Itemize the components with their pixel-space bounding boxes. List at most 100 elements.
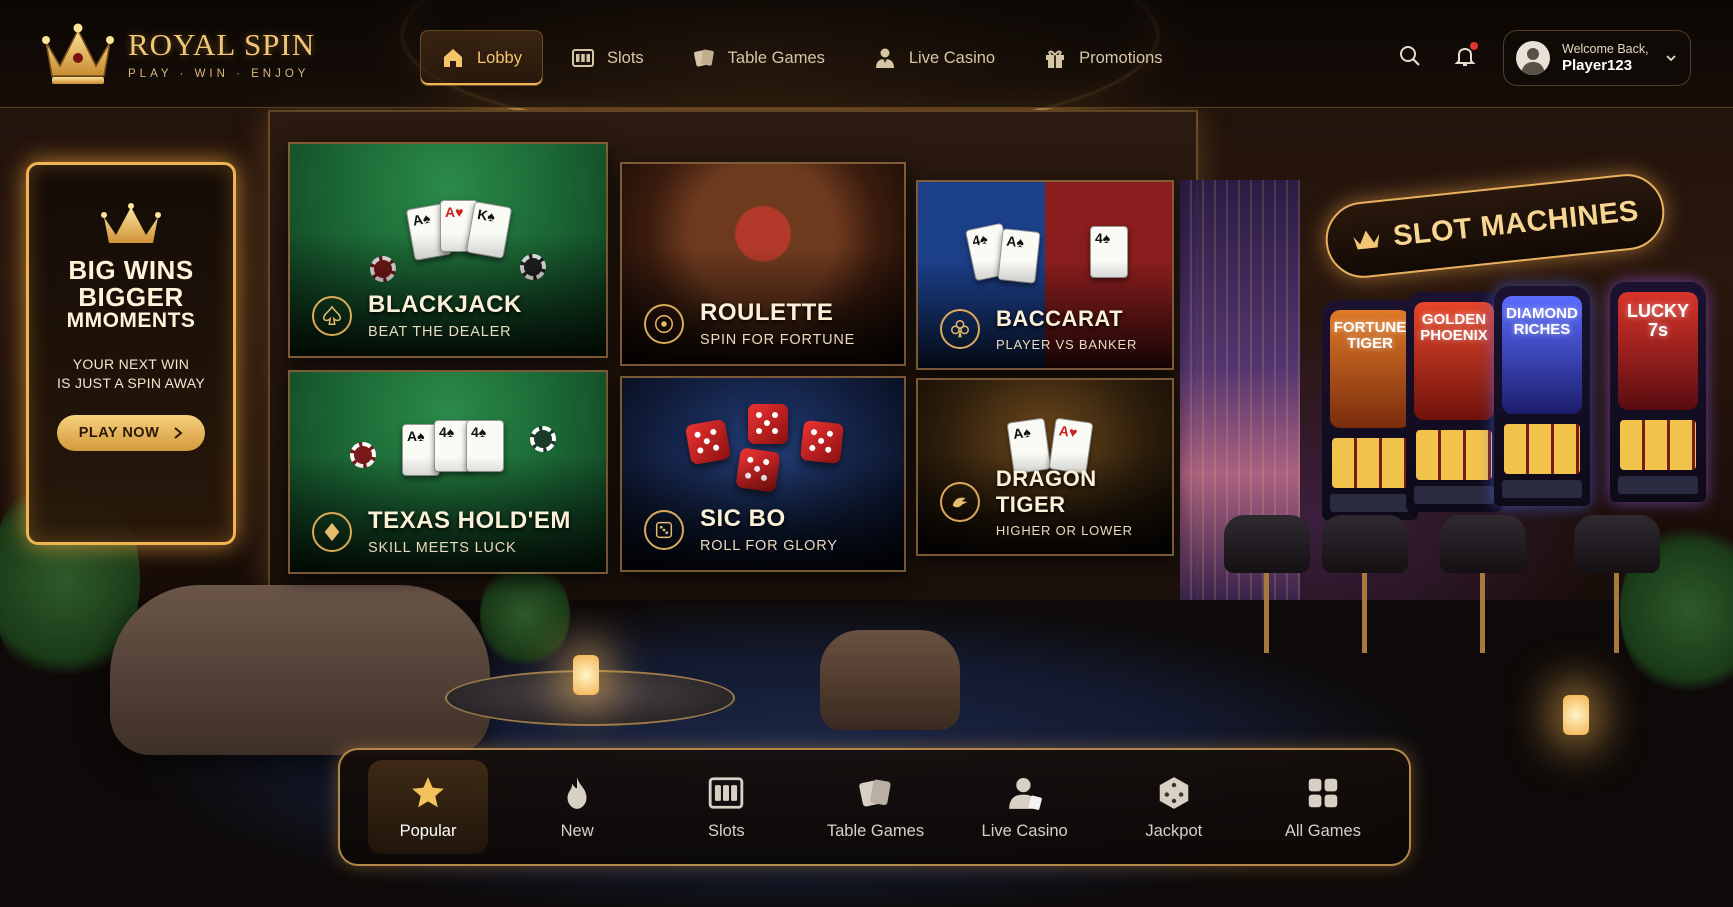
category-live-casino[interactable]: Live Casino <box>965 760 1085 854</box>
category-label: Table Games <box>826 821 925 840</box>
category-label: Slots <box>707 821 745 840</box>
slot-reels <box>1620 420 1696 470</box>
slot-title: TIGER <box>1347 334 1393 352</box>
slot-base <box>1618 476 1698 494</box>
die <box>800 420 844 464</box>
nav-item-promotions[interactable]: Promotions <box>1023 30 1182 86</box>
game-tile-dragon-tiger[interactable]: A♠ A♥ DRAGON TIGER HIGHER OR LOWER <box>916 378 1174 556</box>
crown-icon <box>101 203 161 243</box>
game-tile-roulette[interactable]: ROULETTE SPIN FOR FORTUNE <box>620 162 906 366</box>
slot-stool <box>1440 515 1526 653</box>
promo-title-line2: BIGGER <box>78 281 184 312</box>
nav-item-label: Slots <box>606 48 644 67</box>
nav-item-live-casino[interactable]: Live Casino <box>853 30 1015 86</box>
slot-screen: DIAMOND RICHES <box>1502 296 1582 414</box>
promo-title-line1: BIG WINS <box>68 255 194 285</box>
slot-machine-golden-phoenix[interactable]: GOLDEN PHOENIX <box>1406 292 1502 512</box>
dice-icon <box>1159 776 1189 809</box>
slot-title: FORTUNE <box>1333 319 1407 336</box>
category-bar: Popular New Slots Table Games Live Casin… <box>338 748 1411 866</box>
game-tile-blackjack[interactable]: A♠ A♥ K♠ BLACKJACK BEAT THE DEALER <box>288 142 608 358</box>
game-tile-baccarat[interactable]: 4♠ A♠ 4♠ BACCARAT PLAYER VS BANKER <box>916 180 1174 370</box>
username: Player123 <box>1562 56 1633 74</box>
game-tagline: BEAT THE DEALER <box>368 324 512 340</box>
game-name: ROULETTE <box>700 299 834 326</box>
user-greeting: Welcome Back, <box>1562 41 1649 56</box>
game-tagline: SKILL MEETS LUCK <box>368 540 517 556</box>
category-jackpot[interactable]: Jackpot <box>1114 760 1234 854</box>
slot-base <box>1330 494 1410 512</box>
slot-title: LUCKY <box>1627 301 1689 321</box>
game-tile-sic-bo[interactable]: SIC BO ROLL FOR GLORY <box>620 376 906 572</box>
game-name: BLACKJACK <box>368 291 522 318</box>
slot-screen: GOLDEN PHOENIX <box>1414 302 1494 420</box>
category-label: New <box>560 821 594 840</box>
game-tagline: HIGHER OR LOWER <box>995 523 1133 538</box>
slot-title: RICHES <box>1513 320 1571 338</box>
slot-screen: LUCKY 7s <box>1618 292 1698 410</box>
nav-item-table-games[interactable]: Table Games <box>672 30 845 86</box>
brand-tagline: PLAY · WIN · ENJOY <box>128 67 310 80</box>
slot-title: DIAMOND <box>1506 305 1578 322</box>
game-name: SIC BO <box>700 505 786 532</box>
brand-name: ROYAL SPIN <box>128 26 316 62</box>
slot-base <box>1414 486 1494 504</box>
game-name: BACCARAT <box>996 306 1124 331</box>
plant-mid <box>480 560 570 670</box>
search-button[interactable] <box>1394 40 1426 72</box>
nav-item-label: Table Games <box>727 48 825 67</box>
main-nav: Lobby Slots Table Games Live Casino Prom… <box>420 30 1183 86</box>
flame-icon <box>567 776 587 809</box>
search-icon <box>1400 46 1420 66</box>
category-popular[interactable]: Popular <box>368 760 488 854</box>
category-all-games[interactable]: All Games <box>1263 760 1383 854</box>
game-tile-texas-holdem[interactable]: A♠ 4♠ 4♠ TEXAS HOLD'EM SKILL MEETS LUCK <box>288 370 608 574</box>
notifications-button[interactable] <box>1449 40 1481 72</box>
slot-base <box>1502 480 1582 498</box>
nav-item-label: Lobby <box>477 48 522 67</box>
promo-banner: BIG WINS BIGGER MMOMENTS YOUR NEXT WIN I… <box>26 162 236 545</box>
slot-machine-icon <box>571 49 594 67</box>
category-label: Jackpot <box>1145 821 1203 840</box>
category-slots[interactable]: Slots <box>666 760 786 854</box>
play-now-button[interactable]: PLAY NOW <box>56 415 206 452</box>
game-tagline: SPIN FOR FORTUNE <box>700 332 856 348</box>
gift-icon <box>1046 50 1065 68</box>
slot-machine-fortune-tiger[interactable]: FORTUNE TIGER <box>1322 300 1418 520</box>
slot-sign-label: SLOT MACHINES <box>1391 194 1641 253</box>
diamond-icon <box>312 511 352 552</box>
dragon-icon <box>940 482 980 522</box>
game-name: DRAGON TIGER <box>995 466 1097 517</box>
slot-machine-diamond-riches[interactable]: DIAMOND RICHES <box>1494 286 1590 506</box>
candle-lamp <box>573 655 599 695</box>
category-label: All Games <box>1284 821 1361 840</box>
slot-stool <box>1224 515 1310 653</box>
spade-icon <box>312 295 352 336</box>
promo-subtitle-line2: IS JUST A SPIN AWAY <box>56 375 206 392</box>
nav-item-slots[interactable]: Slots <box>551 30 664 86</box>
nav-item-lobby[interactable]: Lobby <box>420 30 543 86</box>
die <box>748 404 788 444</box>
grid-icon <box>1308 778 1338 807</box>
crown-icon <box>1353 230 1379 250</box>
slot-machine-lucky-7s[interactable]: LUCKY 7s <box>1610 282 1706 502</box>
nav-item-label: Promotions <box>1079 48 1163 67</box>
category-new[interactable]: New <box>517 760 637 854</box>
slot-reels <box>1504 424 1580 474</box>
slot-stool <box>1322 515 1408 653</box>
chevron-right-icon <box>174 427 183 439</box>
table-lamp <box>1563 695 1589 735</box>
cards-icon <box>859 779 891 806</box>
lounge-sofa <box>110 585 490 755</box>
brand-logo[interactable]: ROYAL SPIN PLAY · WIN · ENJOY <box>40 22 315 86</box>
category-table-games[interactable]: Table Games <box>815 760 935 854</box>
top-navigation-bar: ROYAL SPIN PLAY · WIN · ENJOY Lobby Slot… <box>0 0 1733 108</box>
slot-stool <box>1574 515 1660 653</box>
promo-title-line3: MMOMENTS <box>66 309 196 333</box>
slot-machine-icon <box>709 776 744 809</box>
user-menu[interactable]: Welcome Back, Player123 <box>1503 30 1691 86</box>
poker-chip <box>530 426 556 452</box>
lounge-chair <box>820 630 960 730</box>
dealer-icon <box>1008 777 1042 810</box>
game-tagline: ROLL FOR GLORY <box>700 538 838 554</box>
